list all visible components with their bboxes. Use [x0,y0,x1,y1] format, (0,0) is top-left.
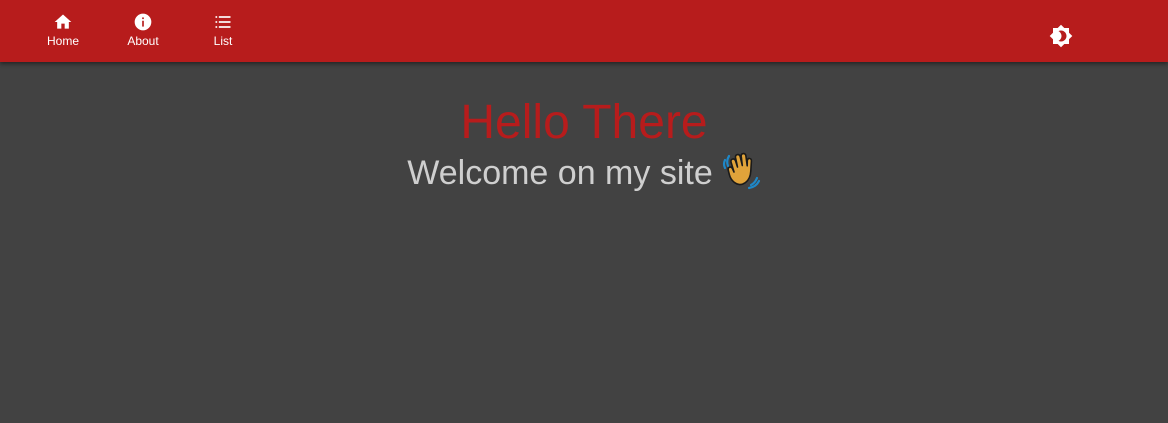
list-icon [215,16,231,28]
app-bar: Home About List [0,0,1168,62]
theme-toggle-button[interactable] [1046,21,1076,51]
brightness-icon [1049,24,1073,48]
home-icon [54,14,72,29]
nav-button-home[interactable]: Home [23,0,103,62]
nav-label-list: List [213,34,233,48]
nav-button-list[interactable]: List [183,0,263,62]
page-subtitle: Welcome on my site [407,154,713,192]
nav-label-home: Home [46,34,79,48]
nav-label-about: About [127,34,159,48]
page-title: Hello There [460,96,708,149]
waving-hand-icon [721,150,761,200]
info-icon [134,13,152,31]
page-subtitle-row: Welcome on my site [0,150,1168,200]
nav-button-about[interactable]: About [103,0,183,62]
